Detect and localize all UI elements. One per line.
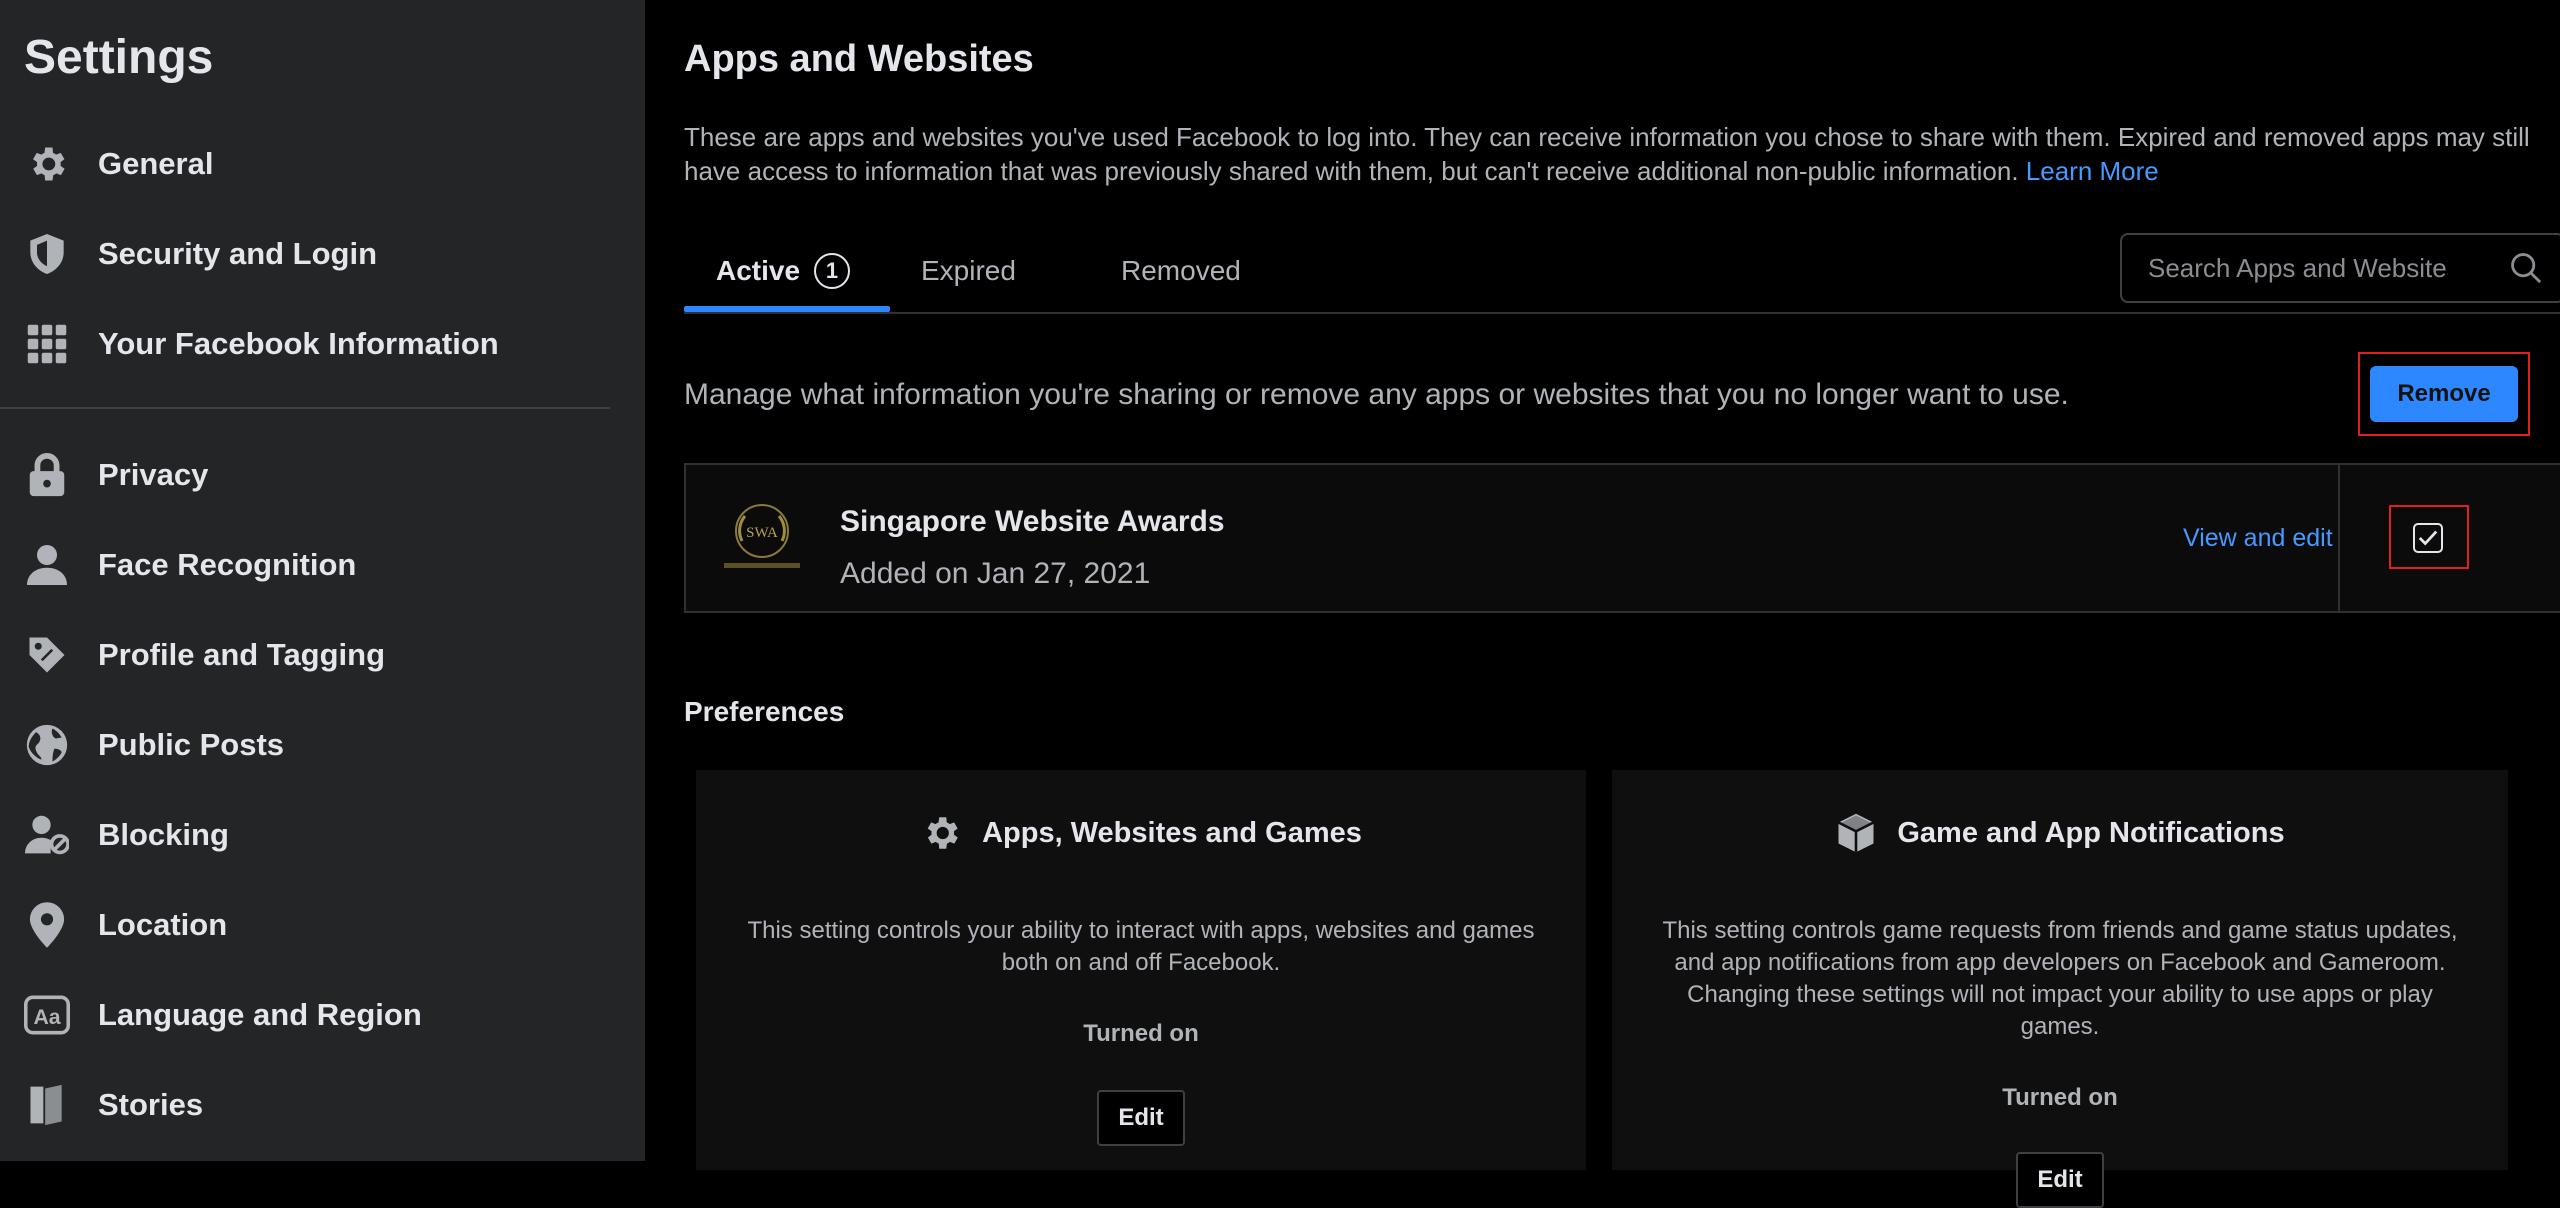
tag-icon [24, 632, 70, 678]
settings-sidebar: Settings General Security and Login Your… [0, 0, 645, 1161]
sidebar-item-general[interactable]: General [24, 128, 614, 200]
sidebar-item-security-and-login[interactable]: Security and Login [24, 218, 614, 290]
app-select-checkbox[interactable] [2413, 523, 2443, 553]
sidebar-item-label: Profile and Tagging [98, 637, 386, 672]
search-box[interactable] [2120, 233, 2560, 303]
manage-description: Manage what information you're sharing o… [684, 378, 2069, 411]
view-and-edit-link[interactable]: View and edit [2183, 524, 2333, 553]
learn-more-link[interactable]: Learn More [2026, 156, 2159, 186]
sidebar-item-label: Public Posts [98, 727, 285, 762]
search-icon[interactable] [2509, 251, 2543, 285]
sidebar-item-label: Face Recognition [98, 547, 357, 582]
person-icon [24, 542, 70, 588]
sidebar-item-your-facebook-information[interactable]: Your Facebook Information [24, 308, 614, 380]
preference-card-game-app-notifications: Game and App Notifications This setting … [1612, 770, 2508, 1208]
sidebar-item-blocking[interactable]: Blocking [24, 799, 614, 871]
count-badge: 1 [814, 253, 851, 289]
globe-icon [24, 722, 70, 768]
row-divider [2338, 465, 2340, 611]
sidebar-title: Settings [24, 31, 214, 84]
sidebar-item-public-posts[interactable]: Public Posts [24, 709, 614, 781]
sidebar-item-label: Stories [98, 1087, 204, 1122]
cube-icon [1835, 812, 1877, 854]
person-blocked-icon [24, 812, 70, 858]
sidebar-item-label: Blocking [98, 817, 229, 852]
sidebar-item-label: Your Facebook Information [98, 326, 499, 361]
app-name: Singapore Website Awards [840, 505, 1225, 538]
sidebar-item-label: Language and Region [98, 997, 422, 1032]
tab-label: Expired [921, 255, 1016, 286]
card-header: Game and App Notifications [1612, 812, 2508, 854]
card-status: Turned on [2002, 1084, 2118, 1111]
card-status: Turned on [1083, 1020, 1199, 1047]
book-icon [24, 1082, 70, 1128]
app-added-date: Added on Jan 27, 2021 [840, 557, 1151, 590]
sidebar-item-label: Location [98, 907, 228, 942]
card-title: Apps, Websites and Games [982, 816, 1362, 849]
sidebar-item-label: Privacy [98, 457, 209, 492]
sidebar-divider [0, 407, 610, 409]
edit-button[interactable]: Edit [2016, 1152, 2104, 1208]
card-title: Game and App Notifications [1897, 816, 2285, 849]
svg-text:SWA: SWA [746, 525, 778, 541]
tab-active[interactable]: Active 1 [716, 230, 851, 312]
tab-expired[interactable]: Expired [921, 230, 1016, 312]
tab-removed[interactable]: Removed [1121, 230, 1241, 312]
sidebar-item-profile-and-tagging[interactable]: Profile and Tagging [24, 619, 614, 691]
grid-icon [24, 321, 70, 367]
gear-icon [24, 141, 70, 187]
sidebar-item-face-recognition[interactable]: Face Recognition [24, 529, 614, 601]
page-description: These are apps and websites you've used … [684, 120, 2560, 188]
gear-icon [920, 812, 962, 854]
card-description: This setting controls game requests from… [1662, 917, 2458, 1040]
preference-card-apps-websites-games: Apps, Websites and Games This setting co… [696, 770, 1586, 1170]
map-pin-icon [24, 902, 70, 948]
svg-text:Aa: Aa [33, 1006, 60, 1029]
tab-label: Active [716, 255, 801, 286]
search-input[interactable] [2146, 251, 2450, 285]
preferences-title: Preferences [684, 696, 845, 727]
shield-icon [24, 231, 70, 277]
tab-label: Removed [1121, 255, 1241, 286]
sidebar-item-stories[interactable]: Stories [24, 1069, 614, 1141]
sidebar-item-label: Security and Login [98, 236, 378, 271]
main-content: Apps and Websites These are apps and web… [645, 0, 2560, 1208]
description-text: These are apps and websites you've used … [684, 122, 2530, 186]
checkmark-icon [2418, 530, 2438, 546]
sidebar-item-location[interactable]: Location [24, 889, 614, 961]
app-row[interactable]: SWA Singapore Website Awards Added on Ja… [684, 463, 2560, 613]
language-icon: Aa [24, 992, 70, 1038]
lock-icon [24, 452, 70, 498]
sidebar-item-label: General [98, 146, 214, 181]
tabs-divider [684, 312, 2560, 314]
sidebar-item-language-and-region[interactable]: Aa Language and Region [24, 979, 614, 1051]
sidebar-item-privacy[interactable]: Privacy [24, 439, 614, 511]
card-header: Apps, Websites and Games [696, 812, 1586, 854]
app-logo: SWA [714, 497, 810, 579]
card-description: This setting controls your ability to in… [747, 917, 1535, 976]
page-title: Apps and Websites [684, 38, 1034, 80]
remove-button[interactable]: Remove [2370, 366, 2518, 422]
edit-button[interactable]: Edit [1097, 1090, 1185, 1146]
